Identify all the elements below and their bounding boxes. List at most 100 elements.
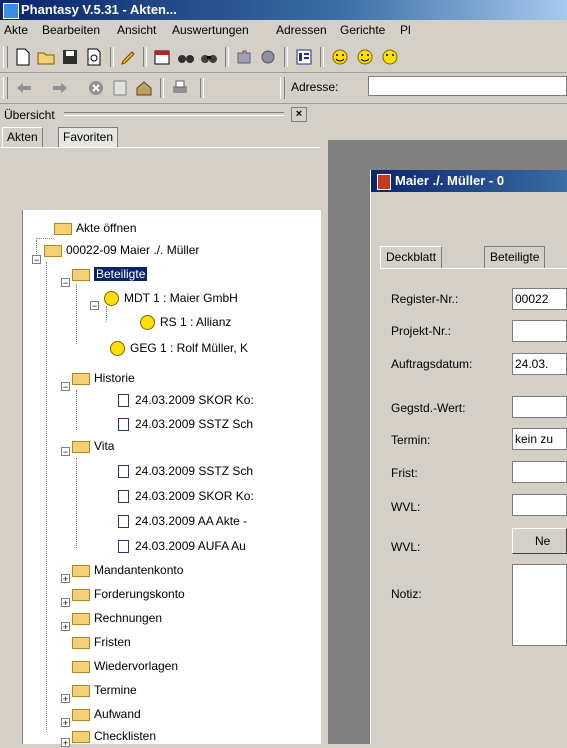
toolbar-separator [160,78,164,98]
home-icon[interactable] [134,78,154,98]
folder-icon [72,440,90,453]
menu-akte[interactable]: Akte [4,23,28,37]
expand-toggle[interactable]: + [61,738,70,748]
tree-node-label: Akte öffnen [76,221,137,235]
expand-toggle[interactable]: + [61,574,70,584]
menu-ansicht[interactable]: Ansicht [117,23,156,37]
tree-node-file-root[interactable]: 00022-09 Maier ./. Müller [44,240,199,260]
tree-node-beteiligte[interactable]: Beteiligte [72,264,148,284]
tree-node-historie-entry[interactable]: 24.03.2009 SKOR Ko: [118,390,254,410]
expand-toggle[interactable]: + [61,694,70,704]
list-view-icon[interactable] [294,47,314,67]
search-binoculars-icon[interactable] [199,47,219,67]
expand-toggle[interactable]: + [61,598,70,608]
close-icon[interactable]: × [291,107,307,122]
tree-node-wiedervorlagen[interactable]: Wiedervorlagen [72,656,178,676]
appointment-field[interactable]: kein zu [512,428,567,450]
tree-node-checklisten[interactable]: Checklisten [72,726,156,744]
tree-line [106,306,107,322]
menu-more[interactable]: Pl [400,23,411,37]
folder-icon [72,636,90,649]
folder-icon [72,660,90,673]
tree-node-rechnungen[interactable]: Rechnungen [72,608,162,628]
appointment-label: Termin: [391,433,431,447]
order-date-field[interactable]: 24.03. [512,353,567,375]
tree-node-historie-entry[interactable]: 24.03.2009 SSTZ Sch [118,414,253,434]
tab-deckblatt[interactable]: Deckblatt [380,246,443,269]
toolbar-grip[interactable] [3,46,8,68]
tree-node-vita-entry[interactable]: 24.03.2009 AUFA Au [118,536,246,556]
window-title-bar[interactable]: Phantasy V.5.31 - Akten... [0,0,567,20]
open-folder-icon[interactable] [36,47,56,67]
document-icon [118,490,129,504]
stop-icon[interactable] [86,78,106,98]
object-value-field[interactable] [512,396,567,418]
tab-beteiligte[interactable]: Beteiligte [484,246,546,269]
tree-node-termine[interactable]: Termine [72,680,137,700]
save-disk-icon[interactable] [60,47,80,67]
menu-gerichte[interactable]: Gerichte [340,23,385,37]
expand-toggle[interactable]: + [61,622,70,632]
toolbar-grip[interactable] [3,77,8,99]
menu-bearbeiten[interactable]: Bearbeiten [42,23,100,37]
folder-icon [72,684,90,697]
smiley-icon [110,341,125,357]
collapse-toggle[interactable]: − [61,447,70,457]
pane-grip-line [64,112,284,116]
smiley-icon[interactable] [355,47,375,67]
resubmission-field[interactable] [512,494,567,516]
expand-toggle[interactable]: + [61,718,70,728]
calendar-icon[interactable] [152,47,172,67]
refresh-icon[interactable] [110,78,130,98]
tree-node-vita-entry[interactable]: 24.03.2009 AA Akte - [118,511,247,531]
globe-icon[interactable] [258,47,278,67]
smiley-face-icon[interactable] [330,47,350,67]
tree-node-fristen[interactable]: Fristen [72,632,131,652]
tree-node-open-file[interactable]: Akte öffnen [54,218,137,238]
tree-node-vita[interactable]: Vita [72,436,114,456]
back-arrow-icon[interactable] [14,78,34,98]
new-document-icon[interactable] [12,47,32,67]
tree-node-label: 24.03.2009 AA Akte - [135,514,248,528]
collapse-toggle[interactable]: − [90,301,99,311]
tree-node-label: Termine [94,683,137,697]
tab-border [0,147,320,148]
tree-node-vita-entry[interactable]: 24.03.2009 SKOR Ko: [118,486,254,506]
deadline-field[interactable] [512,461,567,483]
document-icon [118,540,129,554]
tree-node-mdt[interactable]: MDT 1 : Maier GmbH [104,288,238,308]
collapse-toggle[interactable]: − [32,255,41,265]
tree-node-mandantenkonto[interactable]: Mandantenkonto [72,560,183,580]
smiley-icon[interactable] [380,47,400,67]
tree-node-rs[interactable]: RS 1 : Allianz [140,312,231,332]
tree-node-aufwand[interactable]: Aufwand [72,704,141,724]
collapse-toggle[interactable]: − [61,382,70,392]
project-label: Projekt-Nr.: [391,324,452,338]
tree-node-geg[interactable]: GEG 1 : Rolf Müller, K [110,338,248,358]
new-resubmission-button[interactable]: Ne [512,528,567,554]
project-field[interactable] [512,320,567,342]
puzzle-icon[interactable] [234,47,254,67]
toolbar-separator [200,78,204,98]
print-preview-icon[interactable] [84,47,104,67]
menu-adressen[interactable]: Adressen [276,23,327,37]
resubmission-label: WVL: [391,500,421,514]
tree-node-vita-entry[interactable]: 24.03.2009 SSTZ Sch [118,461,253,481]
toolbar-grip[interactable] [280,77,285,99]
address-input[interactable] [368,76,567,96]
note-textarea[interactable] [512,564,567,646]
menu-auswertungen[interactable]: Auswertungen [172,23,249,37]
pencil-icon[interactable] [118,47,138,67]
tab-favoriten[interactable]: Favoriten [58,127,119,148]
child-window-title-bar[interactable]: Maier ./. Müller - 0 [371,170,567,192]
tab-akten[interactable]: Akten [2,127,43,148]
tree-node-forderungskonto[interactable]: Forderungskonto [72,584,185,604]
tree-node-historie[interactable]: Historie [72,368,135,388]
register-field[interactable]: 00022 [512,288,567,310]
print-icon[interactable] [170,78,190,98]
tree-line [76,458,77,548]
collapse-toggle[interactable]: − [61,278,70,288]
pane-title: Übersicht [4,108,55,122]
forward-arrow-icon[interactable] [50,78,70,98]
binoculars-icon[interactable] [176,47,196,67]
